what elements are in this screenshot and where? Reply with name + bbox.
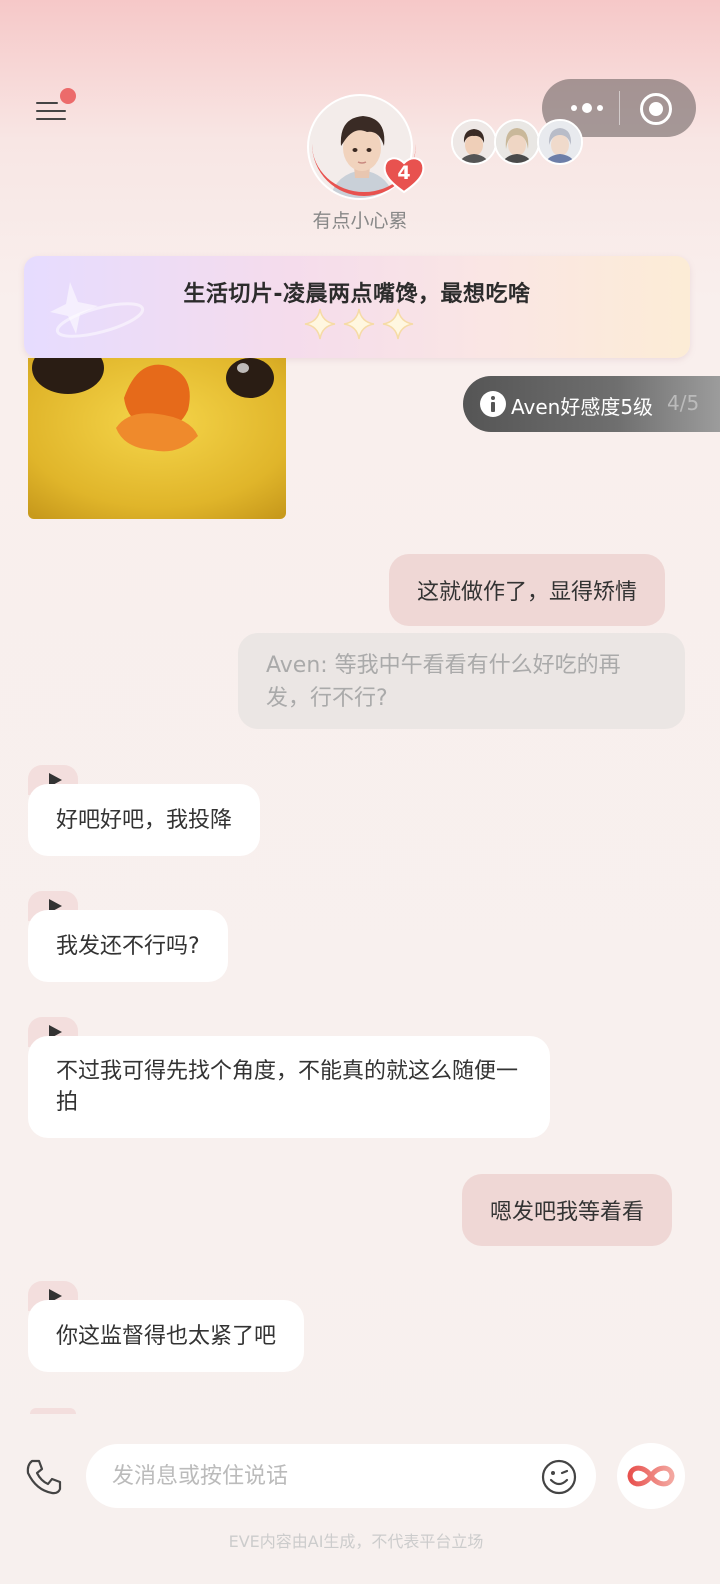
topic-banner[interactable]: 生活切片-凌晨两点嘴馋，最想吃啥 [24,256,690,358]
character-message[interactable]: 好吧好吧，我投降 [28,784,261,856]
menu-button[interactable] [36,88,76,126]
ai-disclaimer: EVE内容由AI生成，不代表平台立场 [228,1532,484,1551]
character-message[interactable]: 我发还不行吗? [28,910,228,982]
sparkle-row [304,308,414,344]
user-message[interactable]: 这就做作了，显得矫情 [389,554,666,626]
companion-avatar[interactable] [537,119,583,165]
heart-badge: 4 [382,154,426,194]
chick-meme-picture [28,358,286,519]
character-message[interactable]: 不过我可得先找个角度，不能真的就这么随便一拍 [28,1036,550,1138]
narration-message[interactable]: Aven: 等我中午看看有什么好吃的再发，行不行? [238,633,685,729]
message-input-box[interactable] [86,1444,596,1508]
phone-icon[interactable] [24,1457,64,1497]
target-close-icon[interactable] [640,93,672,125]
infinity-icon [627,1465,675,1487]
companion-avatar[interactable] [494,119,540,165]
character-message[interactable]: 你这监督得也太紧了吧 [28,1300,305,1372]
user-message[interactable]: 嗯发吧我等着看 [462,1174,673,1246]
affection-level-label: Aven好感度5级 [511,395,654,419]
capsule-divider [619,91,620,125]
sparkle-icon [382,308,414,340]
sparkle-icon [343,308,375,340]
message-input[interactable] [112,1456,532,1496]
character-status: 有点小心累 [312,210,408,232]
infinity-button[interactable] [617,1443,685,1509]
info-icon [480,391,506,417]
more-dots-icon[interactable] [562,97,612,119]
heart-count: 4 [397,162,411,184]
affection-level-tag[interactable]: Aven好感度5级 4/5 [463,376,720,432]
emoji-icon[interactable] [541,1459,577,1495]
topic-title: 生活切片-凌晨两点嘴馋，最想吃啥 [183,282,531,307]
next-message-peek [30,1408,76,1414]
affection-progress: 4/5 [667,391,700,415]
sparkle-icon [304,308,336,340]
meme-image[interactable] [28,358,286,519]
companion-avatar[interactable] [451,119,497,165]
notification-dot [60,88,76,104]
